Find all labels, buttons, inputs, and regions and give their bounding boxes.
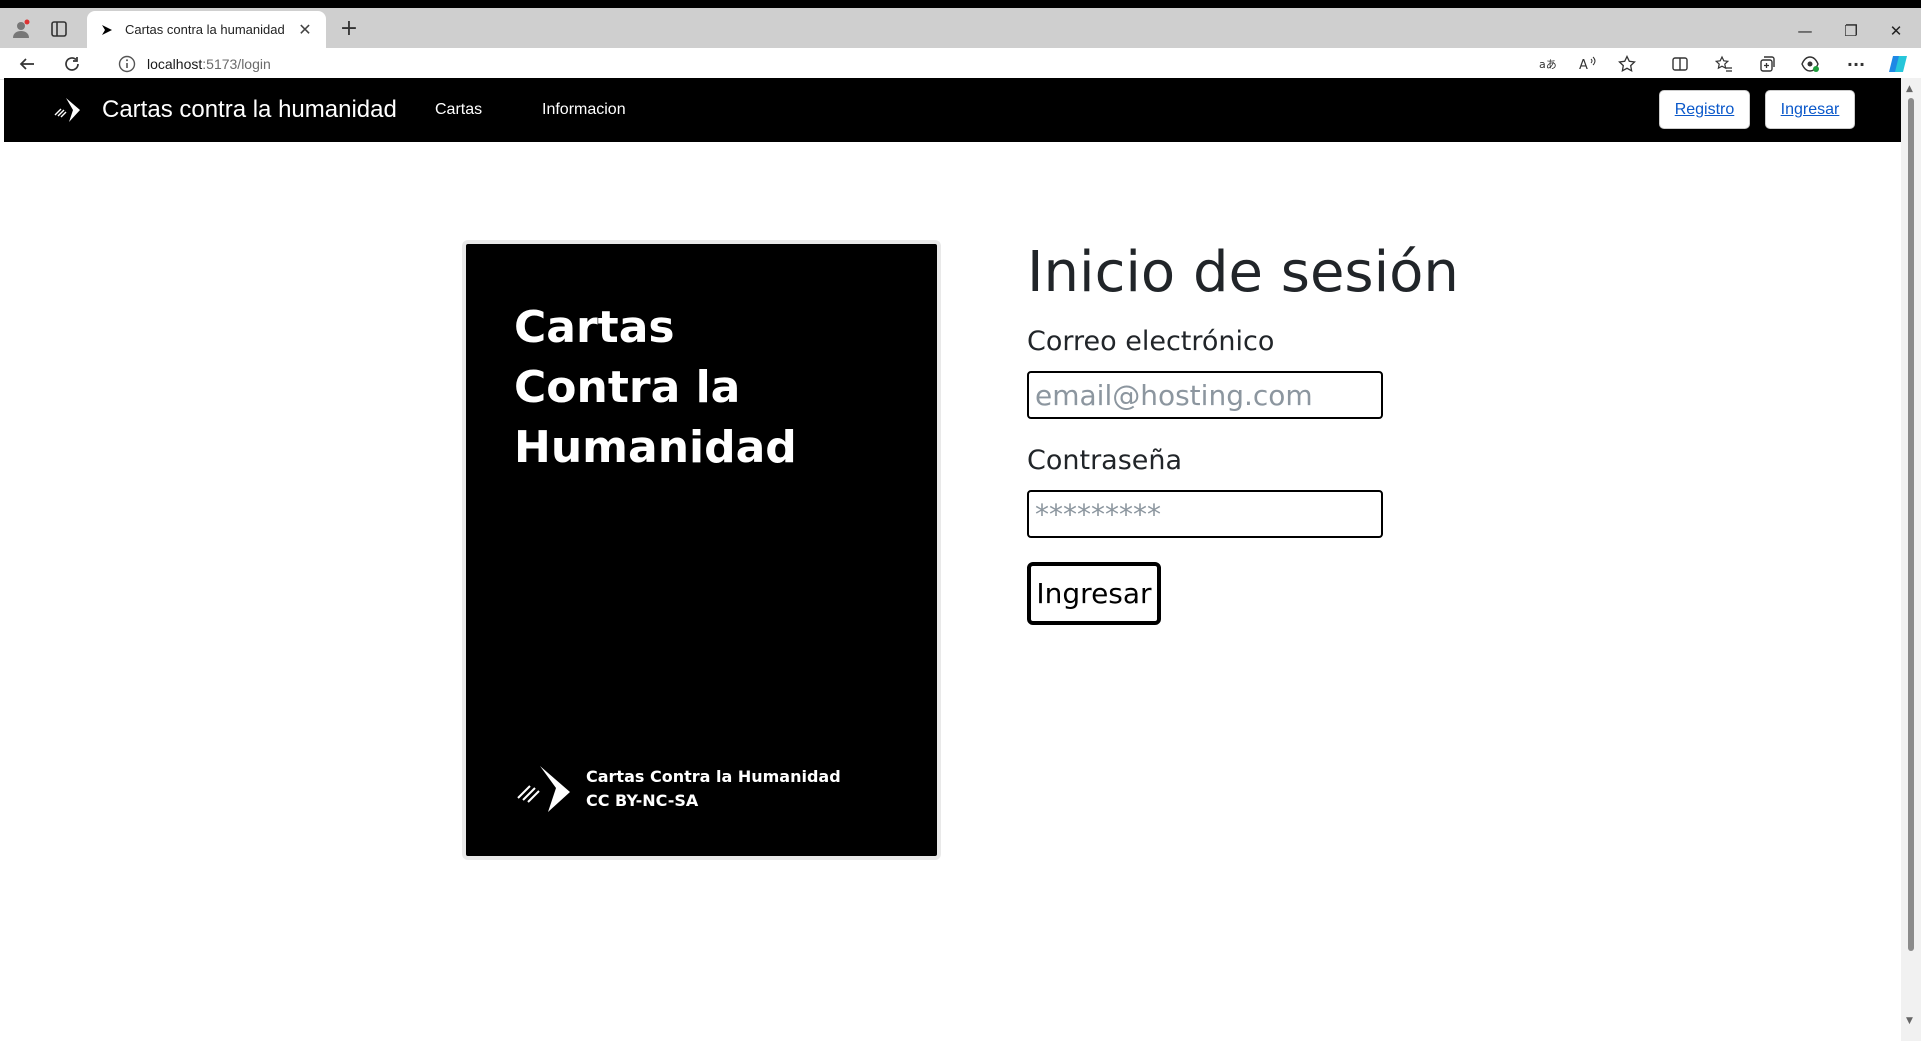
brand-card: Cartas Contra la Humanidad Cartas Contra… — [462, 240, 941, 860]
card-title-line: Contra la — [514, 362, 741, 413]
scroll-down-icon[interactable]: ▼ — [1906, 1016, 1913, 1026]
svg-text:A: A — [1579, 58, 1588, 72]
split-screen-icon[interactable] — [1668, 53, 1692, 75]
register-button[interactable]: Registro — [1659, 90, 1750, 129]
favicon-icon — [102, 24, 112, 35]
card-title-line: Cartas — [514, 302, 675, 353]
scroll-up-icon[interactable]: ▲ — [1906, 84, 1913, 94]
card-footer-license: CC BY-NC-SA — [586, 791, 699, 810]
browser-essentials-icon[interactable] — [1798, 53, 1822, 75]
page: Cartas contra la humanidad Cartas Inform… — [4, 78, 1901, 1041]
page-scrollbar[interactable]: ▲ ▼ — [1901, 78, 1921, 1041]
favorites-icon[interactable] — [1712, 53, 1736, 75]
tab-bar: Cartas contra la humanidad ✕ + — ❐ ✕ — [0, 8, 1921, 48]
tab-title: Cartas contra la humanidad — [125, 22, 285, 37]
card-logo-icon — [517, 766, 570, 812]
site-navbar: Cartas contra la humanidad Cartas Inform… — [4, 78, 1901, 142]
nav-link-cartas[interactable]: Cartas — [435, 78, 482, 142]
site-info-icon[interactable] — [117, 54, 137, 74]
password-field[interactable] — [1027, 490, 1383, 538]
login-form: Inicio de sesión Correo electrónico Cont… — [1027, 238, 1527, 625]
copilot-icon[interactable] — [1886, 53, 1910, 75]
new-tab-button[interactable]: + — [336, 16, 362, 42]
collections-icon[interactable] — [1755, 53, 1779, 75]
url-text: localhost:5173/login — [147, 56, 271, 72]
card-title-line: Humanidad — [514, 422, 797, 473]
favorite-star-icon[interactable] — [1615, 53, 1639, 75]
tab-close-icon[interactable]: ✕ — [296, 20, 314, 39]
brand-name: Cartas contra la humanidad — [102, 96, 397, 123]
nav-link-informacion[interactable]: Informacion — [542, 78, 626, 142]
brand-logo-icon — [54, 98, 80, 122]
login-submit-button[interactable]: Ingresar — [1027, 562, 1161, 625]
minimize-button[interactable]: — — [1782, 16, 1828, 46]
restore-button[interactable]: ❐ — [1828, 16, 1874, 46]
svg-text:aあ: aあ — [1539, 58, 1557, 71]
refresh-button[interactable] — [58, 51, 86, 77]
email-field[interactable] — [1027, 371, 1383, 419]
address-bar: localhost:5173/login aあ A ··· — [0, 48, 1921, 80]
window-top-strip — [0, 0, 1921, 8]
close-window-button[interactable]: ✕ — [1873, 16, 1919, 46]
scroll-thumb[interactable] — [1908, 98, 1914, 951]
tab-active[interactable]: Cartas contra la humanidad ✕ — [87, 11, 326, 48]
card-footer-name: Cartas Contra la Humanidad — [586, 767, 841, 786]
tab-actions-icon[interactable] — [46, 16, 72, 42]
password-label: Contraseña — [1027, 445, 1183, 476]
brand-link[interactable]: Cartas contra la humanidad — [52, 78, 397, 142]
url-field[interactable]: localhost:5173/login — [105, 50, 1530, 78]
card-title: Cartas Contra la Humanidad — [514, 298, 814, 478]
profile-icon[interactable] — [8, 16, 34, 42]
more-options-icon[interactable]: ··· — [1844, 53, 1868, 75]
card-footer: Cartas Contra la Humanidad CC BY-NC-SA — [514, 764, 841, 814]
login-heading: Inicio de sesión — [1027, 240, 1459, 305]
back-button[interactable] — [13, 51, 41, 77]
login-nav-button[interactable]: Ingresar — [1765, 90, 1855, 129]
read-aloud-icon[interactable]: A — [1576, 53, 1600, 75]
translate-icon[interactable]: aあ — [1536, 53, 1560, 75]
email-label: Correo electrónico — [1027, 326, 1275, 357]
